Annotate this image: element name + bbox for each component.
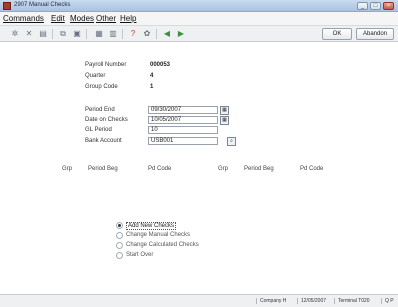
menu-other[interactable]: Other [96, 14, 116, 23]
lookup-icon[interactable]: ⌕ [227, 137, 236, 146]
ok-button[interactable]: OK [322, 28, 352, 40]
status-bar: Company H 12/05/2007 Terminal T020 Q P [0, 294, 398, 307]
toolbar-separator [122, 29, 123, 39]
calendar-icon[interactable]: ▦ [220, 116, 229, 125]
payroll-number-label: Payroll Number [85, 62, 127, 68]
settings-icon[interactable]: ✿ [142, 29, 152, 39]
column-header-period-beg: Period Beg [244, 166, 274, 172]
menu-bar: Commands Edit Modes Other Help [0, 12, 398, 25]
column-header-grp: Grp [218, 166, 229, 172]
column-header-pd-code: Pd Code [148, 166, 172, 172]
minimize-icon[interactable]: _ [357, 2, 368, 10]
column-header-pd-code: Pd Code [300, 166, 324, 172]
menu-help[interactable]: Help [120, 14, 136, 23]
group-code-label: Group Code [85, 84, 118, 90]
period-end-label: Period End [85, 107, 115, 113]
change-calculated-checks-label[interactable]: Change Calculated Checks [126, 242, 199, 248]
payroll-number-value: 000053 [150, 62, 171, 68]
group-code-value: 1 [150, 84, 154, 90]
folder-icon[interactable]: ▤ [38, 29, 48, 39]
add-new-checks-label[interactable]: Add New Checks [126, 222, 177, 230]
bank-account-field[interactable]: USB001 [148, 137, 218, 145]
back-icon[interactable]: ◀ [162, 29, 172, 39]
add-new-checks-radio[interactable] [116, 222, 123, 229]
abandon-button[interactable]: Abandon [356, 28, 394, 40]
date-on-checks-label: Date on Checks [85, 117, 128, 123]
app-icon [3, 2, 11, 10]
window-title: 2907 Manual Checks [14, 2, 71, 8]
paste-icon[interactable]: ▣ [72, 29, 82, 39]
status-company: Company H [256, 298, 286, 304]
change-manual-checks-label[interactable]: Change Manual Checks [126, 232, 190, 238]
menu-commands[interactable]: Commands [3, 14, 44, 23]
gl-period-label: GL Period [85, 127, 112, 133]
bank-account-label: Bank Account [85, 138, 122, 144]
start-over-label[interactable]: Start Over [126, 252, 153, 258]
start-over-radio[interactable] [116, 252, 123, 259]
quarter-label: Quarter [85, 73, 106, 79]
gl-period-field[interactable]: 10 [148, 126, 218, 134]
quarter-value: 4 [150, 73, 154, 79]
date-on-checks-field[interactable]: 10/05/2007 [148, 116, 218, 124]
close-icon[interactable]: × [383, 2, 394, 10]
column-header-grp: Grp [62, 166, 73, 172]
status-extra: Q P [381, 298, 394, 304]
star-icon[interactable]: ✲ [10, 29, 20, 39]
calendar-icon[interactable]: ▦ [220, 106, 229, 115]
list-icon[interactable]: ▥ [108, 29, 118, 39]
maximize-icon[interactable]: □ [370, 2, 381, 10]
save-icon[interactable]: ▦ [94, 29, 104, 39]
menu-modes[interactable]: Modes [70, 14, 94, 23]
change-calculated-checks-radio[interactable] [116, 242, 123, 249]
period-end-field[interactable]: 09/30/2007 [148, 106, 218, 114]
title-bar: 2907 Manual Checks _ □ × [0, 0, 398, 12]
help-icon[interactable]: ? [128, 29, 138, 39]
forward-icon[interactable]: ▶ [176, 29, 186, 39]
column-header-period-beg: Period Beg [88, 166, 118, 172]
toolbar: ✲ ✕ ▤ ⧉ ▣ ▦ ▥ ? ✿ ◀ ▶ OK Abandon [0, 25, 398, 42]
toolbar-separator [86, 29, 87, 39]
change-manual-checks-radio[interactable] [116, 232, 123, 239]
toolbar-separator [156, 29, 157, 39]
toolbar-separator [52, 29, 53, 39]
status-date: 12/05/2007 [297, 298, 326, 304]
status-terminal: Terminal T020 [334, 298, 370, 304]
menu-edit[interactable]: Edit [51, 14, 65, 23]
copy-icon[interactable]: ⧉ [58, 29, 68, 39]
delete-x-icon[interactable]: ✕ [24, 29, 34, 39]
